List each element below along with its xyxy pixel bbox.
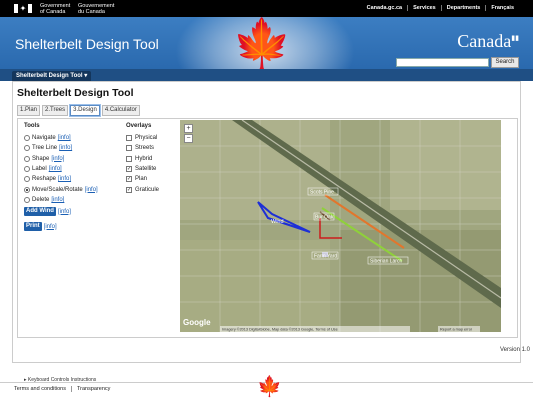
link-services[interactable]: Services: [407, 5, 441, 11]
info-link[interactable]: [info]: [85, 187, 98, 193]
search-button[interactable]: Search: [491, 57, 519, 68]
overlay-physical[interactable]: Physical: [126, 133, 181, 143]
tool-delete[interactable]: Delete [info]: [24, 195, 119, 205]
overlay-plan[interactable]: ✓ Plan: [126, 174, 181, 184]
zoom-in-button[interactable]: +: [184, 124, 193, 133]
radio-label[interactable]: [24, 166, 30, 173]
field-patch: [390, 120, 501, 210]
tool-move-scale-rotate[interactable]: Move/Scale/Rotate [info]: [24, 184, 119, 194]
tool-shape[interactable]: Shape [info]: [24, 154, 119, 164]
checkbox-satellite[interactable]: ✓: [126, 166, 132, 173]
checkbox-plan[interactable]: ✓: [126, 176, 132, 183]
search-input[interactable]: [396, 58, 489, 67]
label-scots-pine: Scots Pine: [310, 190, 334, 196]
radio-reshape[interactable]: [24, 176, 30, 183]
add-wind-row: Add Wind [info]: [24, 205, 119, 218]
google-logo: Google: [183, 318, 211, 327]
site-title: Shelterbelt Design Tool: [15, 36, 159, 52]
add-wind-button[interactable]: Add Wind: [24, 207, 56, 217]
map-overlay-svg: Scots Pine Bur Oak Wind Farm Yard Siberi…: [180, 120, 501, 332]
map-canvas[interactable]: Scots Pine Bur Oak Wind Farm Yard Siberi…: [180, 120, 501, 332]
report-map-error-link[interactable]: Report a map error: [440, 328, 473, 332]
radio-tree-line[interactable]: [24, 145, 30, 152]
breadcrumb-bar: Shelterbelt Design Tool ▾: [0, 69, 533, 81]
site-footer: Terms and conditions Transparency 🍁: [0, 376, 533, 400]
footer-link-transparency[interactable]: Transparency: [70, 386, 115, 392]
page-title: Shelterbelt Design Tool: [17, 87, 134, 99]
label-siberian-larch: Siberian Larch: [370, 259, 402, 265]
overlay-graticule[interactable]: ✓ Graticule: [126, 184, 181, 194]
info-link[interactable]: [info]: [51, 156, 64, 162]
label-wind: Wind: [271, 219, 284, 225]
tab-calculator[interactable]: 4.Calculator: [101, 105, 140, 116]
tools-panel: Tools Navigate [info] Tree Line [info] Sha…: [24, 123, 119, 233]
radio-shape[interactable]: [24, 155, 30, 162]
tools-heading: Tools: [24, 123, 40, 129]
link-francais[interactable]: Français: [485, 5, 519, 11]
overlay-satellite[interactable]: ✓ Satellite: [126, 164, 181, 174]
wordmark-flag-icon: ▮▮: [511, 34, 519, 42]
print-button[interactable]: Print: [24, 222, 42, 232]
tool-tree-line[interactable]: Tree Line [info]: [24, 143, 119, 153]
overlays-panel: Overlays Physical Streets Hybrid ✓ Satell…: [126, 123, 181, 195]
canada-flag-icon: ✦: [14, 4, 32, 13]
tab-design[interactable]: 3.Design: [70, 105, 100, 116]
link-canada-gc-ca[interactable]: Canada.gc.ca: [362, 5, 407, 11]
info-link[interactable]: [info]: [59, 145, 72, 151]
info-link[interactable]: [info]: [51, 197, 64, 203]
tool-label[interactable]: Label [info]: [24, 164, 119, 174]
overlays-heading: Overlays: [126, 123, 152, 129]
tab-plan[interactable]: 1.Plan: [17, 105, 41, 116]
gc-signature-en: Government of Canada: [40, 3, 71, 15]
label-bur-oak: Bur Oak: [315, 215, 334, 221]
info-link[interactable]: [info]: [49, 166, 62, 172]
info-link[interactable]: [info]: [58, 176, 71, 182]
info-link[interactable]: [info]: [44, 224, 57, 230]
checkbox-hybrid[interactable]: [126, 155, 132, 162]
breadcrumb[interactable]: Shelterbelt Design Tool ▾: [12, 71, 92, 81]
checkbox-streets[interactable]: [126, 145, 132, 152]
radio-delete[interactable]: [24, 196, 30, 203]
tab-bar: 1.Plan 2.Trees 3.Design 4.Calculator: [17, 105, 142, 116]
footer-links: Terms and conditions Transparency: [14, 386, 115, 392]
gc-nav-links: Canada.gc.ca Services Departments França…: [362, 5, 519, 11]
main-panel: Shelterbelt Design Tool 1.Plan 2.Trees 3…: [12, 81, 521, 383]
maple-leaf-icon: 🍁: [232, 18, 292, 70]
tool-navigate[interactable]: Navigate [info]: [24, 133, 119, 143]
radio-move-scale-rotate[interactable]: [24, 186, 30, 193]
design-tab-panel: Tools Navigate [info] Tree Line [info] Sha…: [17, 118, 518, 383]
checkbox-physical[interactable]: [126, 135, 132, 142]
tab-trees[interactable]: 2.Trees: [42, 105, 69, 116]
version-label: Version 1.0: [499, 347, 530, 353]
tool-reshape[interactable]: Reshape [info]: [24, 174, 119, 184]
print-row: Print [info]: [24, 220, 119, 233]
gc-signature-fr: Gouvernement du Canada: [78, 3, 115, 15]
footer-link-terms[interactable]: Terms and conditions: [14, 386, 71, 392]
overlay-streets[interactable]: Streets: [126, 143, 181, 153]
link-departments[interactable]: Departments: [440, 5, 486, 11]
gc-header-bar: ✦ Government of Canada Gouvernement du Can…: [0, 0, 533, 17]
label-farm-yard: Farm Yard: [314, 254, 337, 260]
zoom-out-button[interactable]: −: [184, 134, 193, 143]
canada-wordmark: Canada▮▮: [457, 31, 519, 51]
footer-maple-leaf-icon: 🍁: [257, 376, 282, 398]
checkbox-graticule[interactable]: ✓: [126, 186, 132, 193]
overlay-hybrid[interactable]: Hybrid: [126, 154, 181, 164]
radio-navigate[interactable]: [24, 135, 30, 142]
chevron-down-icon: ▾: [84, 73, 88, 79]
info-link[interactable]: [info]: [58, 135, 71, 141]
info-link[interactable]: [info]: [58, 209, 71, 215]
map-attribution[interactable]: Imagery ©2013 DigitalGlobe, Map data ©20…: [222, 328, 338, 332]
